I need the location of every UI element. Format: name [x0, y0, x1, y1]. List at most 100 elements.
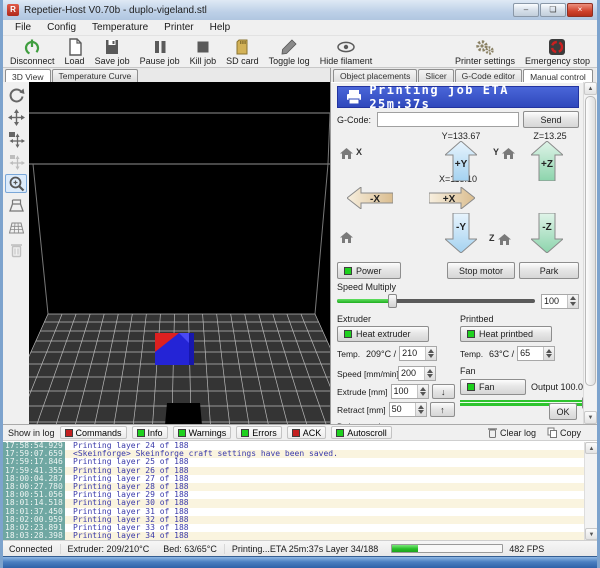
svg-text:-Z: -Z	[542, 222, 551, 233]
scroll-up-arrow[interactable]: ▲	[584, 82, 597, 95]
jog-plus-x-button[interactable]: +X	[429, 187, 475, 209]
log-toggle-button[interactable]: Commands	[60, 426, 127, 439]
jog-minus-x-button[interactable]: -X	[347, 187, 393, 209]
move-printhead-tool[interactable]	[5, 152, 27, 171]
pencil-icon	[280, 38, 298, 56]
delete-object-tool[interactable]	[5, 240, 27, 259]
extruder-temp-spinner[interactable]: 210	[399, 346, 437, 361]
log-message: Printing layer 30 of 188	[65, 499, 584, 507]
pause-job-button[interactable]: Pause job	[135, 36, 185, 67]
spinner-buttons[interactable]	[424, 367, 435, 380]
menu-file[interactable]: File	[7, 21, 39, 34]
retract-spinner[interactable]: 50	[389, 402, 427, 417]
log-toggle-button[interactable]: Info	[132, 426, 168, 439]
tab-manual-control[interactable]: Manual control	[523, 69, 593, 83]
zoom-view-tool[interactable]	[5, 174, 27, 193]
heat-printbed-button[interactable]: Heat printbed	[460, 326, 552, 342]
kill-job-button[interactable]: Kill job	[185, 36, 222, 67]
minimize-button[interactable]: –	[513, 3, 539, 17]
spinner-buttons[interactable]	[415, 403, 426, 416]
tab-gcode-editor[interactable]: G-Code editor	[455, 69, 522, 82]
fan-button[interactable]: Fan	[460, 379, 526, 395]
jog-plus-y-button[interactable]: +Y	[445, 141, 477, 181]
slider-thumb[interactable]	[388, 294, 397, 308]
printbed-temp-current: 63°C /	[489, 349, 514, 359]
speed-multiply-row: 100	[337, 293, 579, 309]
power-button[interactable]: Power	[337, 262, 401, 279]
menu-config[interactable]: Config	[39, 21, 84, 34]
spinner-buttons[interactable]	[567, 295, 578, 308]
manual-control-panel: Printing job ETA 25m:37s G-Code: Send Y=…	[331, 82, 583, 424]
home-all-button[interactable]	[339, 231, 354, 244]
grid-view-tool[interactable]	[5, 218, 27, 237]
fps-counter: 482 FPS	[509, 544, 544, 554]
trash-icon	[488, 427, 497, 438]
clear-log-button[interactable]: Clear log	[485, 427, 539, 438]
park-button[interactable]: Park	[519, 262, 579, 279]
home-z-button[interactable]: Z	[489, 233, 512, 246]
load-button[interactable]: Load	[60, 36, 90, 67]
move-view-tool[interactable]	[5, 108, 27, 127]
spinner-buttons[interactable]	[543, 347, 554, 360]
extruder-speed-spinner[interactable]: 200	[398, 366, 436, 381]
log-message: <Skeinforge> Skeinforge craft settings h…	[65, 450, 584, 458]
tab-slicer[interactable]: Slicer	[418, 69, 453, 82]
fan-section-label: Fan	[460, 366, 583, 376]
menu-printer[interactable]: Printer	[156, 21, 201, 34]
power-row: Power Stop motor Park	[337, 261, 579, 280]
extruder-speed-label: Speed [mm/min]	[337, 369, 395, 379]
menu-help[interactable]: Help	[202, 21, 239, 34]
log-scrollbar[interactable]: ▲ ▼	[584, 442, 597, 540]
stop-motor-button[interactable]: Stop motor	[447, 262, 515, 279]
jog-minus-y-button[interactable]: -Y	[445, 213, 477, 253]
heat-extruder-button[interactable]: Heat extruder	[337, 326, 429, 342]
toggle-log-button[interactable]: Toggle log	[264, 36, 315, 67]
home-x-button[interactable]: X	[339, 147, 362, 160]
send-button[interactable]: Send	[523, 111, 579, 128]
speed-multiply-label: Speed Multiply	[337, 282, 579, 292]
speed-multiply-slider[interactable]	[337, 294, 535, 308]
perspective-view-tool[interactable]	[5, 196, 27, 215]
sd-card-button[interactable]: SD card	[221, 36, 264, 67]
scroll-up-arrow[interactable]: ▲	[585, 442, 597, 454]
printbed-temp-spinner[interactable]: 65	[517, 346, 555, 361]
close-button[interactable]: ×	[567, 3, 593, 17]
move-object-tool[interactable]	[5, 130, 27, 149]
manual-panel-scrollbar[interactable]: ▲ ▼	[583, 82, 596, 424]
home-y-button[interactable]: Y	[493, 147, 516, 160]
emergency-stop-button[interactable]: Emergency stop	[520, 36, 595, 67]
tab-temperature-curve[interactable]: Temperature Curve	[52, 69, 139, 82]
rotate-view-tool[interactable]	[5, 86, 27, 105]
speed-multiply-spinner[interactable]: 100	[541, 294, 579, 309]
extrude-spinner[interactable]: 100	[391, 384, 429, 399]
tab-object-placements[interactable]: Object placements	[333, 69, 417, 82]
jog-minus-z-button[interactable]: -Z	[531, 213, 563, 253]
spinner-buttons[interactable]	[425, 347, 436, 360]
log-message: Printing layer 26 of 188	[65, 467, 584, 475]
log-toggle-button[interactable]: Autoscroll	[331, 426, 392, 439]
hide-filament-button[interactable]: Hide filament	[315, 36, 378, 67]
scroll-down-arrow[interactable]: ▼	[585, 528, 597, 540]
log-toggle-button[interactable]: ACK	[287, 426, 327, 439]
ok-button[interactable]: OK	[549, 403, 577, 420]
disconnect-button[interactable]: Disconnect	[5, 36, 60, 67]
log-toggle-button[interactable]: Warnings	[173, 426, 232, 439]
printer-settings-button[interactable]: Printer settings	[450, 36, 520, 67]
scroll-thumb[interactable]	[585, 96, 596, 386]
copy-button[interactable]: Copy	[544, 427, 584, 438]
log-message: Printing layer 24 of 188	[65, 442, 584, 450]
scroll-down-arrow[interactable]: ▼	[584, 411, 597, 424]
retract-button[interactable]: ↑	[430, 402, 455, 417]
extrude-button[interactable]: ↓	[432, 384, 455, 399]
heat-printbed-led	[467, 330, 475, 338]
gcode-input[interactable]	[377, 112, 519, 127]
log-toggle-button[interactable]: Errors	[236, 426, 282, 439]
maximize-button[interactable]: ❏	[540, 3, 566, 17]
save-job-button[interactable]: Save job	[90, 36, 135, 67]
3d-viewport[interactable]	[29, 82, 330, 424]
jog-plus-z-button[interactable]: +Z	[531, 141, 563, 181]
menu-temperature[interactable]: Temperature	[84, 21, 156, 34]
extruder-speed-row: Speed [mm/min] 200	[337, 365, 455, 382]
tab-3d-view[interactable]: 3D View	[5, 69, 51, 83]
spinner-buttons[interactable]	[417, 385, 428, 398]
